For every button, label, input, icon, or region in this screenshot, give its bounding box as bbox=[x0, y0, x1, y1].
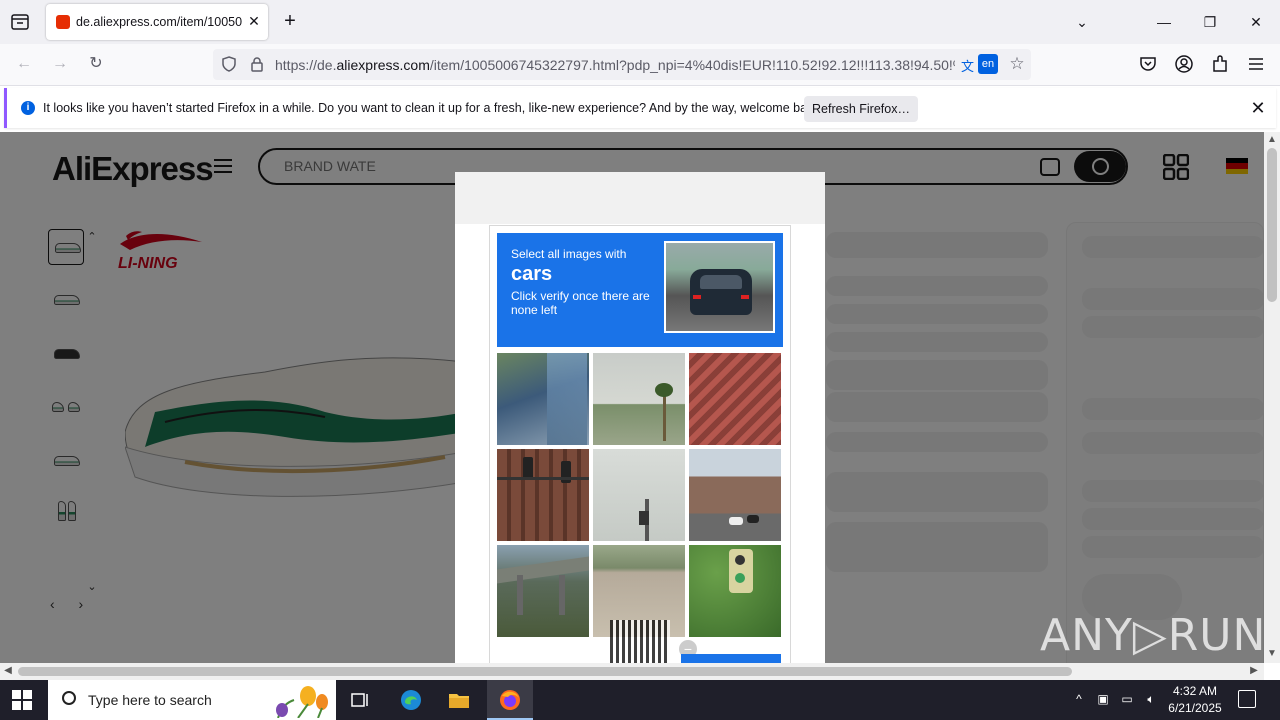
menu-icon[interactable] bbox=[1246, 54, 1266, 74]
restore-icon[interactable]: ❐ bbox=[1200, 12, 1220, 32]
prompt-instruction: Click verify once there are none left bbox=[511, 289, 650, 317]
anyrun-watermark: ANY▷RUN bbox=[1040, 610, 1267, 661]
volume-icon[interactable]: 🔈︎ bbox=[1143, 691, 1159, 707]
forward-icon[interactable]: → bbox=[48, 52, 72, 76]
new-tab-button[interactable]: + bbox=[280, 11, 300, 31]
captcha-tile-6[interactable] bbox=[689, 449, 781, 541]
horizontal-scroll-thumb[interactable] bbox=[18, 667, 1072, 676]
taskbar-search[interactable]: Type here to search bbox=[48, 680, 336, 720]
minimize-icon[interactable]: — bbox=[1154, 12, 1174, 32]
windows-taskbar: Type here to search ^ ▣ ▭ 🔈︎ 4:32 AM 6/2… bbox=[0, 680, 1280, 720]
firefox-icon[interactable] bbox=[498, 688, 522, 712]
pocket-icon[interactable] bbox=[1138, 54, 1158, 74]
scroll-down-icon[interactable]: ▼ bbox=[1266, 648, 1278, 659]
edge-icon[interactable] bbox=[399, 688, 423, 712]
aliexpress-favicon-icon bbox=[56, 15, 70, 29]
lock-icon[interactable] bbox=[249, 56, 265, 72]
url-bar[interactable]: https://de.aliexpress.com/item/100500674… bbox=[213, 49, 1031, 80]
url-text[interactable]: https://de.aliexpress.com/item/100500674… bbox=[275, 57, 955, 73]
notification-message: It looks like you haven’t started Firefo… bbox=[43, 101, 824, 115]
firefox-notification-bar: i It looks like you haven’t started Fire… bbox=[4, 88, 1276, 128]
search-highlight-flowers-icon bbox=[276, 686, 328, 718]
clock-time: 4:32 AM bbox=[1172, 684, 1218, 698]
account-icon[interactable] bbox=[1174, 54, 1194, 74]
captcha-modal: Select all images with cars Click verify… bbox=[455, 172, 825, 670]
captcha-tile-4[interactable] bbox=[497, 449, 589, 541]
info-icon: i bbox=[21, 101, 35, 115]
tab-title: de.aliexpress.com/item/100500 bbox=[76, 15, 242, 29]
taskbar-clock[interactable]: 4:32 AM 6/21/2025 bbox=[1160, 683, 1230, 717]
captcha-tile-2[interactable] bbox=[593, 353, 685, 445]
search-icon bbox=[62, 691, 76, 705]
captcha-prompt: Select all images with cars Click verify… bbox=[497, 233, 783, 347]
close-window-icon[interactable]: ✕ bbox=[1246, 12, 1266, 32]
captcha-challenge: Select all images with cars Click verify… bbox=[489, 225, 791, 670]
device-icon[interactable]: ▣ bbox=[1095, 691, 1111, 707]
translate-language-badge[interactable]: en bbox=[978, 54, 998, 74]
reload-icon[interactable]: ↻ bbox=[84, 52, 108, 76]
scroll-right-icon[interactable]: ▶ bbox=[1248, 665, 1260, 676]
captcha-header bbox=[455, 172, 825, 224]
close-tab-icon[interactable]: ✕ bbox=[246, 13, 262, 29]
prompt-target: cars bbox=[511, 263, 553, 285]
network-icon[interactable]: ▭ bbox=[1119, 691, 1135, 707]
refresh-firefox-button[interactable]: Refresh Firefox… bbox=[804, 96, 918, 122]
back-icon[interactable]: ← bbox=[12, 52, 36, 76]
translate-icon[interactable]: 文 bbox=[961, 56, 977, 74]
task-view-icon[interactable] bbox=[348, 688, 372, 712]
tab-overflow-chevron-icon[interactable]: ⌄ bbox=[1072, 12, 1092, 32]
notifications-icon[interactable] bbox=[1238, 690, 1256, 708]
tab-bar: de.aliexpress.com/item/100500 ✕ + ⌄ — ❐ … bbox=[0, 0, 1280, 44]
clock-date: 6/21/2025 bbox=[1168, 701, 1222, 715]
bookmark-star-icon[interactable]: ☆ bbox=[1007, 54, 1027, 74]
captcha-tile-9[interactable] bbox=[689, 545, 781, 637]
extensions-icon[interactable] bbox=[1210, 54, 1230, 74]
vertical-scrollbar[interactable]: ▲ ▼ bbox=[1264, 132, 1280, 663]
navigation-bar: ← → ↻ https://de.aliexpress.com/item/100… bbox=[0, 44, 1280, 86]
captcha-tile-3[interactable] bbox=[689, 353, 781, 445]
tab-list-icon[interactable] bbox=[8, 10, 32, 34]
captcha-tile-7[interactable] bbox=[497, 545, 589, 637]
horizontal-scrollbar[interactable]: ◀ ▶ bbox=[0, 663, 1264, 680]
scroll-up-icon[interactable]: ▲ bbox=[1266, 134, 1278, 145]
tracking-shield-icon[interactable] bbox=[221, 56, 237, 72]
sample-car-image bbox=[664, 241, 775, 333]
close-notification-icon[interactable]: ✕ bbox=[1248, 98, 1268, 118]
vertical-scroll-thumb[interactable] bbox=[1267, 148, 1277, 302]
captcha-tile-1[interactable] bbox=[497, 353, 589, 445]
file-explorer-icon[interactable] bbox=[447, 688, 471, 712]
scroll-left-icon[interactable]: ◀ bbox=[2, 665, 14, 676]
show-hidden-icons-icon[interactable]: ^ bbox=[1071, 691, 1087, 707]
taskbar-search-input[interactable]: Type here to search bbox=[88, 692, 212, 708]
prompt-line: Select all images with bbox=[511, 247, 627, 261]
captcha-tile-5[interactable] bbox=[593, 449, 685, 541]
active-tab[interactable]: de.aliexpress.com/item/100500 ✕ bbox=[46, 4, 268, 40]
windows-start-icon[interactable] bbox=[12, 690, 32, 710]
